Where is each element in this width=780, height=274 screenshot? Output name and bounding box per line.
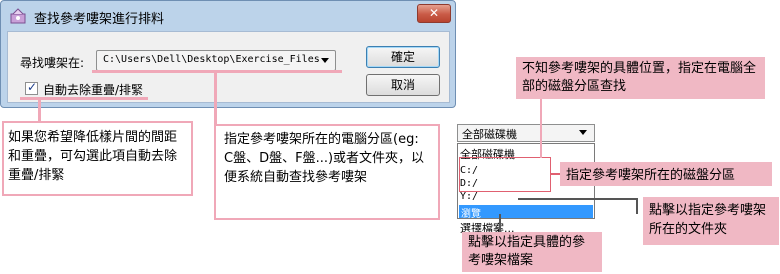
all-drives-annotation: 不知參考嘍架的具體位置，指定在電腦全部的磁盤分區查找 (516, 57, 765, 99)
auto-remove-checkbox[interactable]: ✓ (25, 80, 38, 95)
drive-dropdown[interactable]: 全部磁碟機 (457, 124, 595, 142)
drive-dropdown-value: 全部磁碟機 (462, 128, 517, 141)
search-location-label: 尋找嘍架在: (20, 56, 85, 70)
search-location-value: C:\Users\Dell\Desktop\Exercise_Files (103, 54, 320, 65)
ok-button[interactable]: 確定 (366, 46, 440, 68)
browse-annotation: 點擊以指定參考嘍架所在的文件夾 (643, 197, 779, 245)
chevron-down-icon (579, 130, 587, 135)
location-annotation: 指定參考嘍架所在的電腦分區(eg: C盤、D盤、F盤...)或者文件夾，以便系統… (214, 124, 440, 220)
all-drives-leader-line (540, 99, 542, 158)
combo-highlight-underline (92, 70, 342, 73)
select-file-leader-line (499, 214, 501, 234)
combo-leader-line (214, 72, 217, 126)
browse-leader-line-vertical (636, 198, 638, 214)
cancel-button[interactable]: 取消 (366, 74, 440, 96)
app-icon (10, 8, 26, 24)
dialog-title: 查找參考嘍架進行排料 (34, 12, 165, 27)
list-item-drive-y[interactable]: Y:/ (460, 191, 478, 202)
title-bar[interactable]: 查找參考嘍架進行排料 ✕ (1, 1, 455, 31)
search-location-dropdown[interactable]: C:\Users\Dell\Desktop\Exercise_Files (96, 50, 336, 71)
chevron-down-icon (321, 58, 329, 63)
checkbox-leader-line (38, 99, 41, 123)
select-file-annotation: 點擊以指定具體的參考嘍架檔案 (462, 232, 602, 272)
drive-group-highlight (459, 157, 551, 192)
browse-leader-line (518, 198, 636, 200)
checkbox-annotation: 如果您希望降低樣片間的間距和重疊，可勾選此項自動去除重疊/排緊 (2, 121, 193, 196)
list-item-browse[interactable]: 瀏覽 (459, 205, 593, 220)
drive-annotation: 指定參考嘍架所在的磁盤分區 (560, 162, 772, 186)
check-icon: ✓ (27, 80, 38, 94)
auto-remove-label[interactable]: 自動去除重疊/排緊 (43, 81, 143, 98)
close-button[interactable]: ✕ (417, 4, 451, 23)
